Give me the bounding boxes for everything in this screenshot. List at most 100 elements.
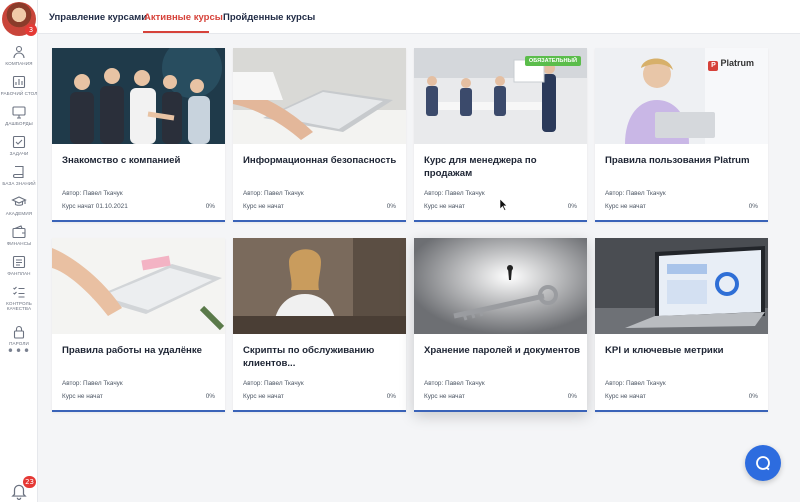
course-image (595, 238, 768, 334)
progress-bar (233, 410, 406, 412)
course-card[interactable]: Знакомство с компанией Автор: Павел Ткач… (52, 48, 225, 222)
course-title: Хранение паролей и документов (424, 345, 580, 356)
course-author: Автор: Павел Ткачук (243, 380, 304, 387)
course-image (52, 48, 225, 144)
course-status: Курс не начат (424, 203, 465, 210)
graduation-cap-icon (11, 196, 27, 206)
course-card[interactable]: Хранение паролей и документов Автор: Пав… (414, 238, 587, 412)
course-progress: 0% (386, 203, 396, 210)
tasks-icon (12, 135, 26, 149)
sidebar-item-label: контроль качества (6, 301, 32, 311)
sidebar-item-finance[interactable]: финансы (0, 222, 38, 252)
plan-icon (12, 255, 26, 269)
chat-icon (756, 456, 770, 471)
course-author: Автор: Павел Ткачук (605, 380, 666, 387)
notifications-button[interactable]: 23 (10, 476, 36, 500)
checklist-icon (13, 286, 25, 298)
progress-bar (414, 220, 587, 222)
monitor-icon (12, 106, 26, 119)
book-icon (13, 165, 24, 179)
avatar-notification-badge: 3 (25, 24, 37, 36)
course-progress: 0% (205, 393, 215, 400)
course-progress: 0% (748, 393, 758, 400)
course-status: Курс не начат (243, 393, 284, 400)
sidebar-item-academy[interactable]: академия (0, 192, 38, 222)
course-tabs: Управление курсами Активные курсы Пройде… (38, 0, 800, 34)
sidebar-item-label: дашборды (5, 121, 33, 126)
sidebar-item-label: база знаний (2, 181, 36, 186)
sidebar-item-knowledge-base[interactable]: база знаний (0, 162, 38, 192)
course-status: Курс не начат (243, 203, 284, 210)
progress-bar (233, 220, 406, 222)
course-title: Знакомство с компанией (62, 155, 181, 166)
course-image: ОБЯЗАТЕЛЬНЫЙ (414, 48, 587, 144)
sidebar-item-tasks[interactable]: задачи (0, 132, 38, 162)
tab-completed-courses[interactable]: Пройденные курсы (223, 12, 315, 23)
course-progress: 0% (386, 393, 396, 400)
course-status: Курс не начат (62, 393, 103, 400)
company-icon (13, 45, 25, 59)
active-tab-indicator (143, 31, 209, 33)
platrum-logo-icon: P (708, 61, 719, 71)
course-title: KPI и ключевые метрики (605, 345, 724, 356)
brand-name: Platrum (720, 58, 754, 68)
sidebar: 3 компания рабочий стол дашборды задачи … (0, 0, 38, 502)
course-title: Правила работы на удалёнке (62, 345, 202, 356)
course-status: Курс не начат (424, 393, 465, 400)
wallet-icon (12, 225, 26, 239)
sidebar-item-funplan[interactable]: фанплан (0, 252, 38, 282)
course-image (233, 238, 406, 334)
course-status: Курс не начат (605, 203, 646, 210)
sidebar-item-desktop[interactable]: рабочий стол (0, 72, 38, 102)
sidebar-item-label: компания (5, 61, 33, 66)
progress-bar (52, 410, 225, 412)
course-progress: 0% (567, 393, 577, 400)
chat-button[interactable] (745, 445, 781, 481)
course-progress: 0% (748, 203, 758, 210)
course-image (233, 48, 406, 144)
course-card[interactable]: Скрипты по обслуживанию клиентов... Авто… (233, 238, 406, 412)
course-card[interactable]: ОБЯЗАТЕЛЬНЫЙ Курс для менеджера по прода… (414, 48, 587, 222)
user-avatar[interactable]: 3 (2, 2, 37, 36)
course-card[interactable]: P Platrum Правила пользования Platrum Авт… (595, 48, 768, 222)
course-title: Курс для менеджера по продажам (424, 155, 537, 179)
sidebar-nav: компания рабочий стол дашборды задачи ба… (0, 42, 38, 352)
course-progress: 0% (205, 203, 215, 210)
progress-bar (414, 410, 587, 412)
tab-manage-courses[interactable]: Управление курсами (49, 12, 147, 23)
course-image: P Platrum (595, 48, 768, 144)
mouse-cursor-icon (500, 199, 508, 211)
course-status: Курс начат 01.10.2021 (62, 203, 128, 210)
platrum-logo: P Platrum (708, 58, 754, 71)
sidebar-item-label: фанплан (7, 271, 31, 276)
course-author: Автор: Павел Ткачук (424, 190, 485, 197)
sidebar-item-label: рабочий стол (0, 91, 38, 96)
sidebar-item-dashboards[interactable]: дашборды (0, 102, 38, 132)
progress-bar (595, 410, 768, 412)
sidebar-item-company[interactable]: компания (0, 42, 38, 72)
course-author: Автор: Павел Ткачук (424, 380, 485, 387)
course-title: Правила пользования Platrum (605, 155, 750, 166)
course-card[interactable]: KPI и ключевые метрики Автор: Павел Ткач… (595, 238, 768, 412)
progress-bar (52, 220, 225, 222)
required-tag: ОБЯЗАТЕЛЬНЫЙ (524, 56, 581, 66)
course-title: Скрипты по обслуживанию клиентов... (243, 345, 375, 369)
more-menu-button[interactable]: ••• (0, 344, 38, 358)
course-author: Автор: Павел Ткачук (62, 190, 123, 197)
course-card[interactable]: Информационная безопасность Автор: Павел… (233, 48, 406, 222)
notifications-badge: 23 (23, 476, 36, 488)
course-author: Автор: Павел Ткачук (243, 190, 304, 197)
sidebar-item-label: задачи (9, 151, 29, 156)
progress-bar (595, 220, 768, 222)
course-author: Автор: Павел Ткачук (62, 380, 123, 387)
sidebar-item-quality-control[interactable]: контроль качества (0, 282, 38, 322)
tab-active-courses[interactable]: Активные курсы (144, 12, 223, 23)
course-status: Курс не начат (605, 393, 646, 400)
sidebar-item-label: академия (5, 211, 33, 216)
course-title: Информационная безопасность (243, 155, 397, 166)
sidebar-item-label: финансы (6, 241, 32, 246)
desktop-icon (12, 75, 26, 89)
course-progress: 0% (567, 203, 577, 210)
lock-icon (13, 325, 25, 339)
course-card[interactable]: Правила работы на удалёнке Автор: Павел … (52, 238, 225, 412)
